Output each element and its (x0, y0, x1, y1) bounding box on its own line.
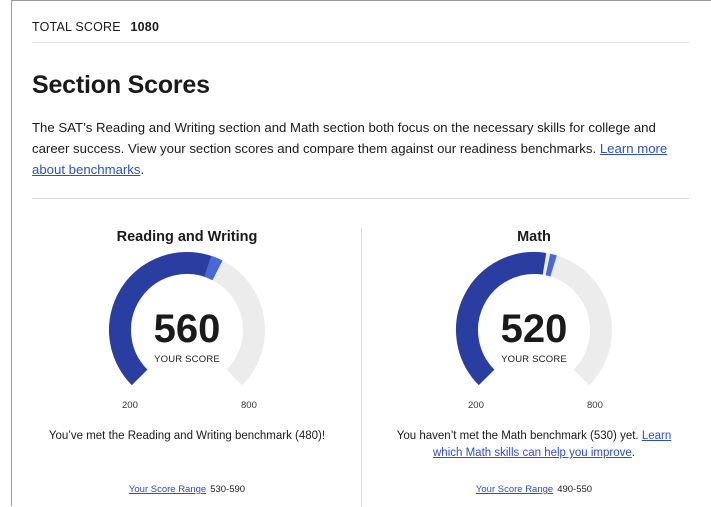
gauge-marker (545, 253, 557, 277)
score-range-link[interactable]: Your Score Range (476, 484, 553, 495)
score-range-value: 490-550 (557, 484, 593, 495)
section-score: 560 (153, 307, 221, 351)
gauge-min-label: 200 (468, 400, 484, 411)
score-range: Your Score Range 490-550 (384, 484, 684, 495)
benchmark-message: You’ve met the Reading and Writing bench… (48, 430, 326, 442)
benchmark-message-text: You haven’t met the Math benchmark (530)… (396, 430, 642, 442)
gauge-min-label: 200 (122, 400, 138, 411)
score-range-link[interactable]: Your Score Range (129, 484, 206, 495)
score-range-value: 530-590 (210, 484, 246, 495)
description-end: . (140, 162, 145, 177)
score-range: Your Score Range 530-590 (37, 484, 337, 495)
gauge-max-label: 800 (241, 400, 257, 411)
description-text: The SAT’s Reading and Writing section an… (32, 120, 656, 156)
benchmark-message-end: . (631, 447, 635, 459)
your-score-label: YOUR SCORE (501, 354, 567, 365)
gauge-max-label: 800 (587, 400, 603, 411)
page-title: Section Scores (32, 71, 210, 99)
your-score-label: YOUR SCORE (154, 354, 220, 365)
reading-writing-panel: Reading and Writing 560 YOUR SCORE 200 8… (37, 227, 337, 495)
gauge-marker (204, 255, 223, 281)
total-score-value: 1080 (130, 20, 160, 34)
panel-divider (361, 228, 362, 507)
divider (32, 198, 689, 199)
section-description: The SAT’s Reading and Writing section an… (32, 117, 692, 180)
math-panel: Math 520 YOUR SCORE 200 800 You haven’t … (384, 227, 684, 495)
score-report-frame: TOTAL SCORE 1080 Section Scores The SAT’… (11, 0, 711, 507)
total-score-label: TOTAL SCORE (32, 20, 121, 34)
section-score: 520 (500, 307, 568, 351)
benchmark-message: You haven’t met the Math benchmark (530)… (384, 428, 684, 462)
divider (32, 42, 689, 43)
total-score: TOTAL SCORE 1080 (32, 20, 159, 34)
